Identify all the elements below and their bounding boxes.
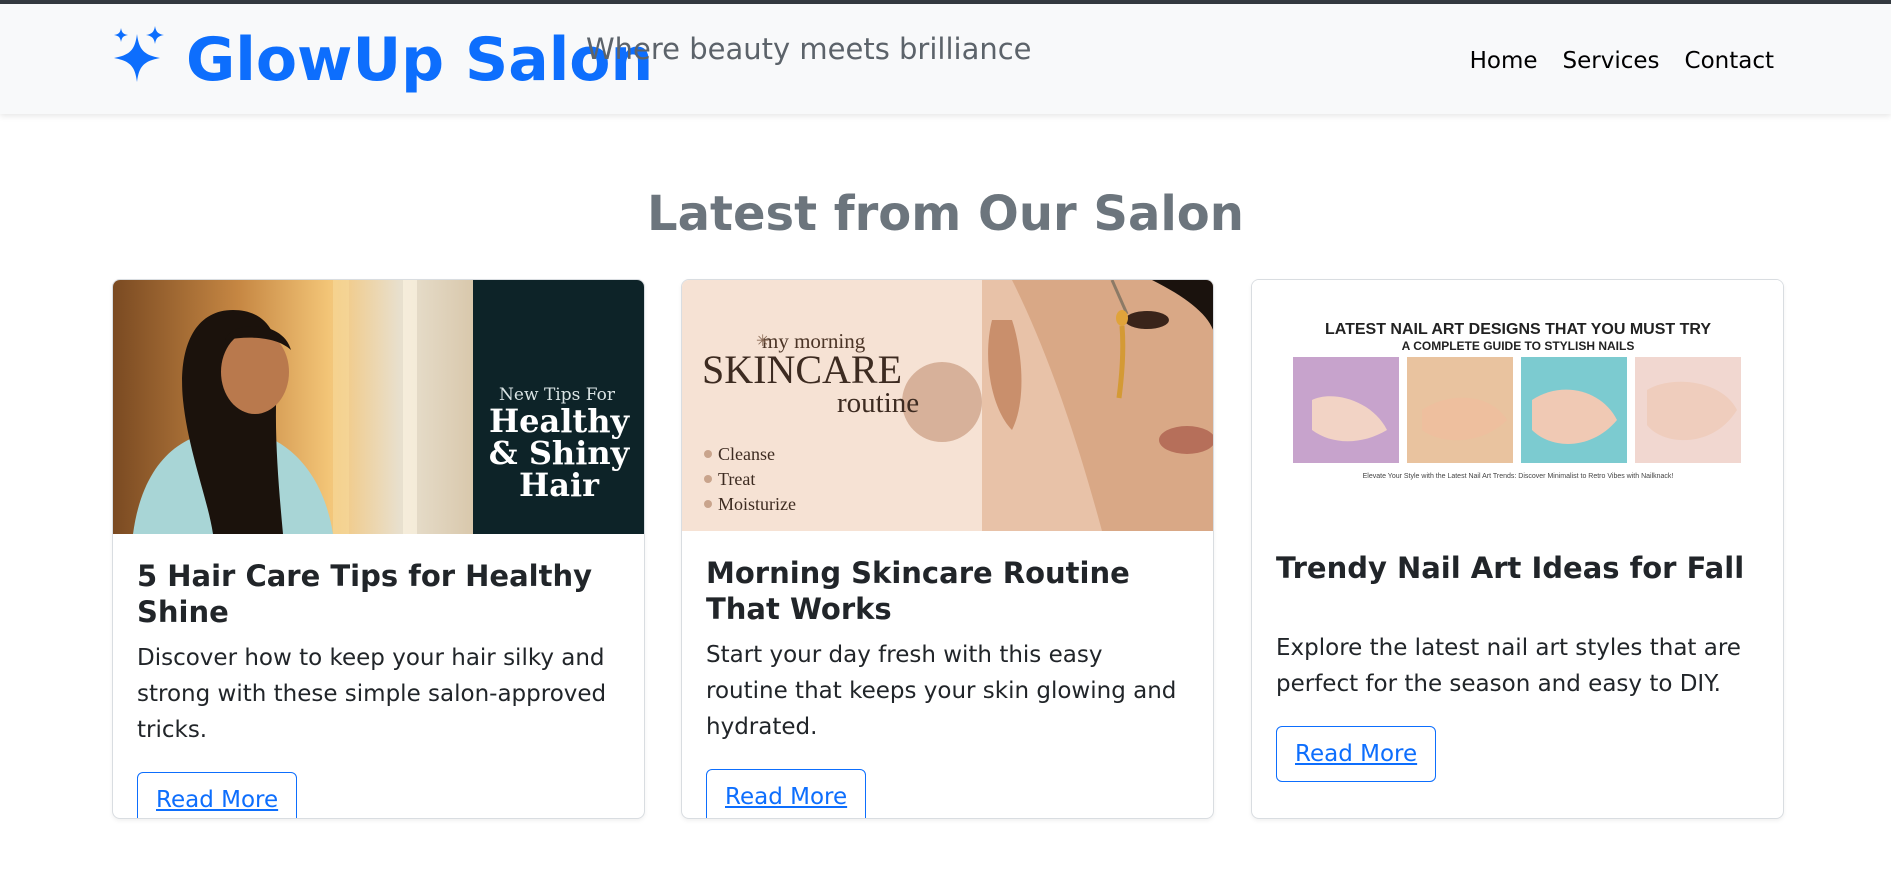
blog-card-nails: LATEST NAIL ART DESIGNS THAT YOU MUST TR…: [1251, 279, 1784, 819]
nail-image-subheading: A COMPLETE GUIDE TO STYLISH NAILS: [1402, 339, 1635, 353]
card-title[interactable]: Morning Skincare Routine That Works: [706, 555, 1189, 627]
card-text: Explore the latest nail art styles that …: [1276, 635, 1741, 697]
nav-contact[interactable]: Contact: [1685, 48, 1774, 74]
card-body: 5 Hair Care Tips for Healthy Shine Disco…: [113, 534, 644, 818]
section-title: Latest from Our Salon: [647, 186, 1244, 242]
card-title[interactable]: 5 Hair Care Tips for Healthy Shine: [137, 558, 620, 630]
hair-care-image: New Tips For Healthy & Shiny Hair: [113, 280, 644, 534]
main-nav: Home Services Contact: [1470, 48, 1774, 74]
card-image-skincare: my morning ✳ SKINCARE routine Cleanse Tr…: [682, 280, 1213, 531]
card-body: Morning Skincare Routine That Works Star…: [682, 531, 1213, 818]
skincare-step: Moisturize: [718, 494, 796, 514]
skincare-image-line3: routine: [837, 387, 919, 419]
card-title[interactable]: Trendy Nail Art Ideas for Fall: [1276, 550, 1759, 586]
blog-card-skincare: my morning ✳ SKINCARE routine Cleanse Tr…: [681, 279, 1214, 819]
skincare-image-line2: SKINCARE: [702, 347, 902, 392]
brand-name: GlowUp Salon: [186, 25, 654, 95]
read-more-button[interactable]: Read More: [137, 772, 298, 818]
card-text: Discover how to keep your hair silky and…: [137, 645, 607, 743]
hair-image-line4: Hair: [519, 466, 600, 504]
sparkles-icon: [114, 26, 164, 82]
read-more-button[interactable]: Read More: [1276, 726, 1437, 782]
nav-home[interactable]: Home: [1470, 48, 1538, 74]
skincare-image: my morning ✳ SKINCARE routine Cleanse Tr…: [682, 280, 1213, 531]
nav-services[interactable]: Services: [1563, 48, 1660, 74]
navbar: GlowUp Salon Where beauty meets brillian…: [0, 4, 1891, 114]
blog-card-hair: New Tips For Healthy & Shiny Hair 5 Hair…: [112, 279, 645, 819]
nail-image-footer: Elevate Your Style with the Latest Nail …: [1363, 473, 1674, 480]
nail-art-image: LATEST NAIL ART DESIGNS THAT YOU MUST TR…: [1252, 280, 1783, 528]
card-text: Start your day fresh with this easy rout…: [706, 642, 1177, 740]
skincare-step: Cleanse: [718, 444, 775, 464]
card-image-nails: LATEST NAIL ART DESIGNS THAT YOU MUST TR…: [1252, 280, 1783, 528]
nail-image-heading: LATEST NAIL ART DESIGNS THAT YOU MUST TR…: [1325, 321, 1711, 338]
read-more-button[interactable]: Read More: [706, 769, 867, 818]
card-image-hair: New Tips For Healthy & Shiny Hair: [113, 280, 644, 534]
brand-tagline: Where beauty meets brilliance: [586, 32, 1032, 66]
brand[interactable]: GlowUp Salon: [112, 24, 653, 96]
skincare-step: Treat: [718, 469, 755, 489]
card-body: Trendy Nail Art Ideas for Fall Explore t…: [1252, 528, 1783, 782]
